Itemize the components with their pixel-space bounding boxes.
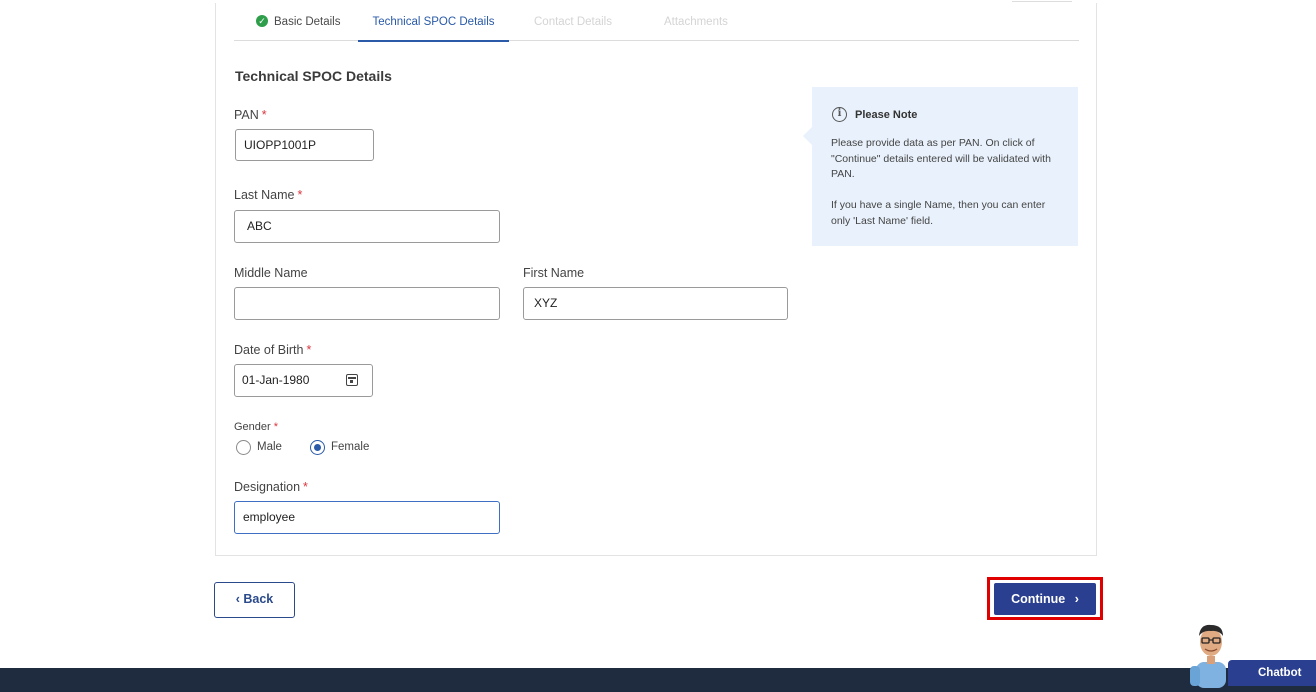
gender-label: Gender * — [234, 421, 278, 433]
chevron-left-icon: ‹ — [235, 592, 240, 606]
gender-label-text: Gender — [234, 421, 271, 433]
back-button[interactable]: ‹ Back — [214, 582, 295, 618]
section-title: Technical SPOC Details — [235, 68, 392, 84]
form-card — [215, 3, 1097, 556]
tab-label: Technical SPOC Details — [372, 16, 495, 28]
chatbot-avatar-icon[interactable] — [1188, 622, 1234, 688]
step-tabs: ✓ Basic Details Technical SPOC Details Co… — [234, 3, 1079, 42]
last-name-label-text: Last Name — [234, 188, 295, 202]
tab-attachments: Attachments — [664, 3, 728, 41]
note-paragraph-2: If you have a single Name, then you can … — [831, 199, 1046, 227]
calendar-icon[interactable] — [346, 374, 358, 386]
dob-label-text: Date of Birth — [234, 343, 304, 357]
gender-female-label[interactable]: Female — [331, 441, 369, 453]
tab-label: Contact Details — [534, 16, 612, 28]
note-paragraph-1: Please provide data as per PAN. On click… — [831, 137, 1051, 180]
designation-input[interactable]: employee — [234, 501, 500, 534]
continue-button[interactable]: Continue › — [994, 583, 1096, 615]
designation-label: Designation * — [234, 480, 308, 494]
required-marker: * — [261, 108, 267, 122]
gender-male-radio[interactable] — [236, 440, 251, 455]
pan-input[interactable]: UIOPP1001P — [235, 129, 374, 161]
dob-label: Date of Birth * — [234, 343, 311, 357]
required-marker: * — [306, 343, 312, 357]
middle-name-label: Middle Name — [234, 266, 308, 280]
gender-female-radio[interactable] — [310, 440, 325, 455]
dob-input[interactable]: 01-Jan-1980 — [234, 364, 373, 397]
page-footer — [0, 668, 1316, 692]
tab-label: Basic Details — [274, 16, 341, 28]
first-name-label: First Name — [523, 266, 585, 280]
last-name-input[interactable]: ABC — [234, 210, 500, 243]
please-note-panel: i Please Note Please provide data as per… — [803, 87, 1078, 246]
top-divider — [1012, 0, 1072, 2]
continue-button-label: Continue — [1011, 592, 1066, 606]
required-marker: * — [303, 480, 308, 494]
chatbot-label: Chatbot — [1258, 667, 1302, 679]
active-tab-indicator — [358, 40, 509, 42]
note-title-text: Please Note — [855, 109, 918, 121]
first-name-input[interactable]: XYZ — [523, 287, 788, 320]
check-circle-icon: ✓ — [256, 14, 268, 27]
note-title: Please Note — [832, 107, 918, 121]
tab-technical-spoc-details[interactable]: Technical SPOC Details — [358, 3, 509, 42]
pan-label-text: PAN — [234, 108, 259, 122]
tab-label: Attachments — [664, 16, 728, 28]
pan-label: PAN * — [234, 108, 267, 122]
back-button-label: Back — [243, 592, 274, 606]
chevron-right-icon: › — [1074, 592, 1079, 606]
gender-male-label[interactable]: Male — [257, 441, 282, 453]
required-marker: * — [297, 188, 303, 202]
designation-label-text: Designation — [234, 480, 301, 494]
tab-basic-details[interactable]: ✓ Basic Details — [256, 3, 340, 41]
required-marker: * — [273, 421, 278, 433]
middle-name-input[interactable] — [234, 287, 500, 320]
last-name-label: Last Name * — [234, 188, 302, 202]
chatbot-button[interactable]: Chatbot — [1228, 660, 1316, 686]
tab-contact-details: Contact Details — [534, 3, 612, 41]
dob-value: 01-Jan-1980 — [242, 373, 310, 387]
